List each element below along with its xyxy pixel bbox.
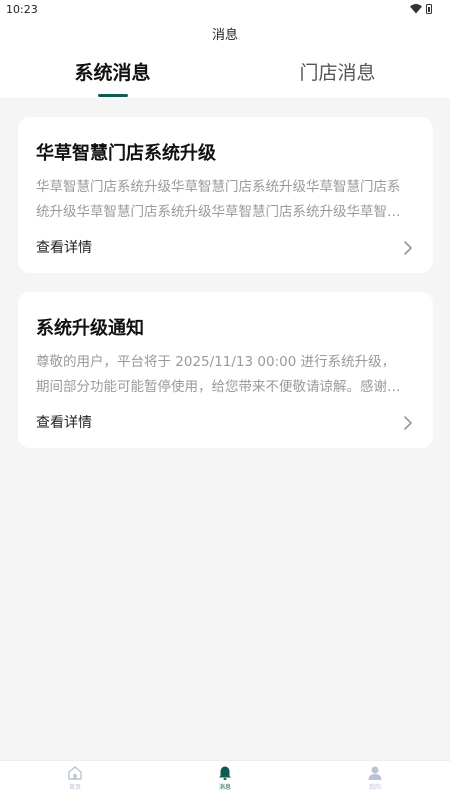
- page-title: 消息: [211, 28, 238, 43]
- wifi-icon: [410, 4, 422, 14]
- user-icon: [368, 766, 382, 780]
- message-title: 华草智慧门店系统升级: [36, 143, 216, 164]
- message-card[interactable]: 华草智慧门店系统升级 华草智慧门店系统升级华草智慧门店系统升级华草智慧门店系统升…: [18, 117, 433, 273]
- tab-bar: 系统消息 门店消息: [0, 58, 450, 98]
- battery-icon: [426, 3, 432, 14]
- active-tab-indicator: [98, 94, 128, 97]
- nav-label-home: 首页: [68, 784, 81, 791]
- view-details-link[interactable]: 查看详情: [36, 412, 92, 432]
- message-description: 尊敬的用户，平台将于 2025/11/13 00:00 进行系统升级，期间部分功…: [36, 354, 401, 395]
- nav-label-mine: 我的: [368, 784, 381, 791]
- message-card[interactable]: 系统升级通知 尊敬的用户，平台将于 2025/11/13 00:00 进行系统升…: [18, 292, 433, 448]
- nav-label-messages: 消息: [218, 784, 231, 791]
- tab-store-messages[interactable]: 门店消息: [225, 58, 450, 88]
- message-description: 华草智慧门店系统升级华草智慧门店系统升级华草智慧门店系统升级华草智慧门店系统升级…: [36, 179, 401, 220]
- home-icon: [68, 766, 82, 780]
- status-time: 10:23: [6, 3, 38, 16]
- bell-icon: [219, 766, 231, 780]
- tab-system-messages[interactable]: 系统消息: [0, 58, 225, 88]
- top-header: 10:23 消息 系统消息 门店消息: [0, 0, 450, 98]
- status-icons: [410, 3, 432, 14]
- nav-item-mine[interactable]: 我的: [300, 765, 450, 791]
- chevron-right-icon[interactable]: [403, 416, 413, 430]
- chevron-right-icon[interactable]: [403, 241, 413, 255]
- bottom-nav: 首页 消息 我的: [0, 760, 450, 800]
- message-title: 系统升级通知: [36, 318, 144, 339]
- nav-item-home[interactable]: 首页: [0, 765, 150, 791]
- view-details-link[interactable]: 查看详情: [36, 237, 92, 257]
- status-bar: 10:23: [0, 0, 450, 20]
- nav-item-messages[interactable]: 消息: [150, 765, 300, 791]
